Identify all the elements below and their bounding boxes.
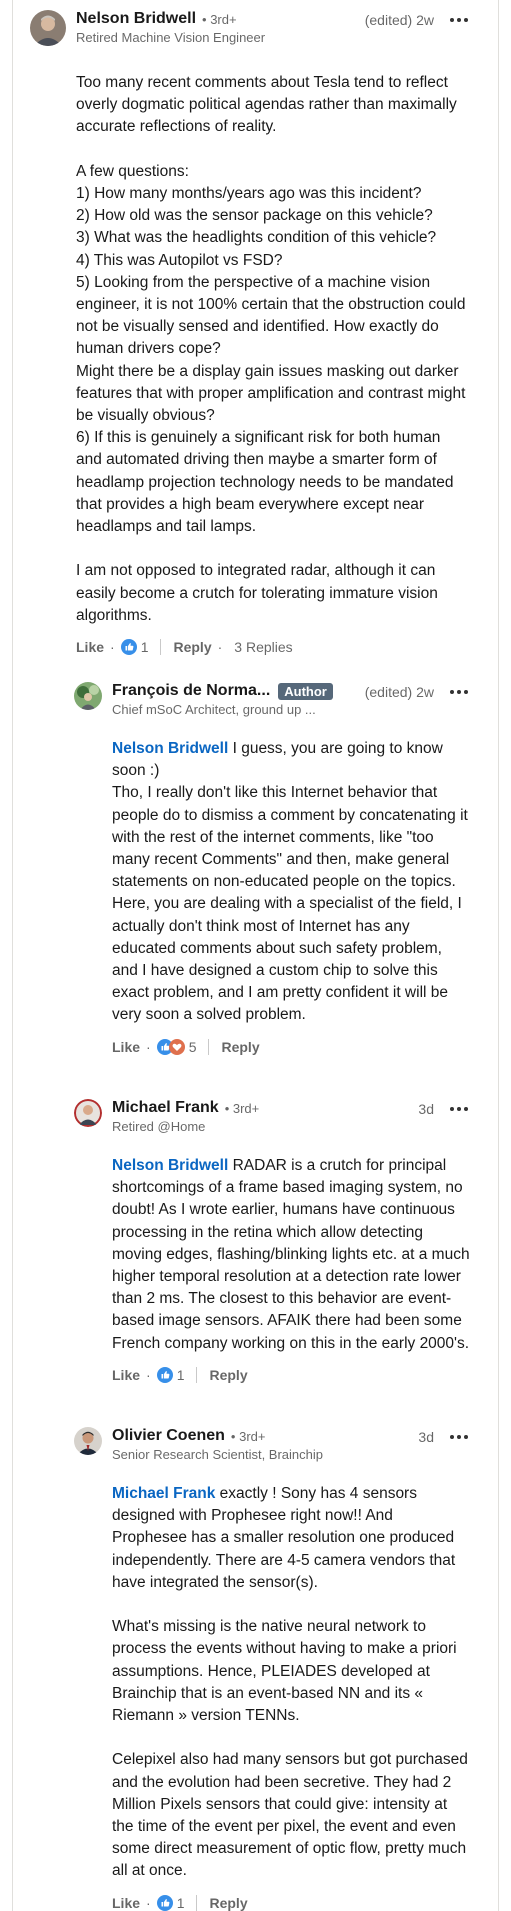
comment-meta: 3d xyxy=(418,1101,470,1117)
connection-degree: • 3rd+ xyxy=(202,11,237,27)
comment-text: exactly ! Sony has 4 sensors designed wi… xyxy=(112,1485,468,1880)
separator-dot: · xyxy=(146,1038,151,1055)
reply-button[interactable]: Reply xyxy=(209,1895,247,1911)
reply-button[interactable]: Reply xyxy=(209,1367,247,1383)
connection-degree: • 3rd+ xyxy=(230,1428,266,1444)
like-button[interactable]: Like xyxy=(76,639,104,655)
separator-dot: · xyxy=(146,1366,151,1383)
separator-dot: · xyxy=(110,639,115,656)
more-options-icon[interactable] xyxy=(448,1431,470,1443)
separator-dot: · xyxy=(217,639,223,656)
comment-actions: Like · 1 Reply xyxy=(74,1894,470,1911)
author-headline: Chief mSoC Architect, ground up ... xyxy=(112,702,316,717)
author-headline: Retired @Home xyxy=(112,1119,206,1134)
reaction-count: 1 xyxy=(176,1894,185,1911)
comment-text: I guess, you are going to know soon :) T… xyxy=(112,740,468,1024)
comment-body: Too many recent comments about Tesla ten… xyxy=(76,74,466,624)
like-icon xyxy=(120,639,137,656)
reaction-count: 1 xyxy=(140,639,149,656)
reaction-count: 5 xyxy=(188,1038,197,1055)
avatar[interactable] xyxy=(74,1099,102,1127)
reply-michael-frank: Michael Frank • 3rd+ Retired @Home 3d Ne… xyxy=(74,1099,470,1383)
more-options-icon[interactable] xyxy=(448,686,470,698)
reply-button[interactable]: Reply xyxy=(173,639,211,655)
reply-olivier-coenen: Olivier Coenen • 3rd+ Senior Research Sc… xyxy=(74,1427,470,1911)
author-name[interactable]: Nelson Bridwell xyxy=(76,10,196,28)
comment-nelson-bridwell: Nelson Bridwell • 3rd+ Retired Machine V… xyxy=(30,10,470,656)
comment-body: Nelson Bridwell RADAR is a crutch for pr… xyxy=(74,1155,470,1355)
divider xyxy=(196,1894,198,1911)
author-name[interactable]: François de Norma... xyxy=(112,682,270,700)
mention-link[interactable]: Nelson Bridwell xyxy=(112,740,228,757)
reactions[interactable] xyxy=(156,1038,185,1055)
timestamp: 3d xyxy=(418,1429,434,1445)
like-button[interactable]: Like xyxy=(112,1367,140,1383)
comment-meta: (edited) 2w xyxy=(365,684,470,700)
author-info: François de Norma... Author Chief mSoC A… xyxy=(112,682,333,717)
comment-actions: Like · 1 Reply · 3 Replies xyxy=(30,639,470,656)
separator-dot: · xyxy=(146,1894,151,1911)
more-options-icon[interactable] xyxy=(448,14,470,26)
author-info: Nelson Bridwell • 3rd+ Retired Machine V… xyxy=(76,10,265,45)
author-info: Michael Frank • 3rd+ Retired @Home xyxy=(112,1099,259,1134)
comment-header: Nelson Bridwell • 3rd+ Retired Machine V… xyxy=(30,10,470,60)
reactions[interactable] xyxy=(120,639,137,656)
author-info: Olivier Coenen • 3rd+ Senior Research Sc… xyxy=(112,1427,323,1462)
avatar[interactable] xyxy=(74,682,102,710)
connection-degree: • 3rd+ xyxy=(224,1100,260,1116)
timestamp: 3d xyxy=(418,1101,434,1117)
comment-header: Michael Frank • 3rd+ Retired @Home 3d xyxy=(74,1099,470,1149)
thread-right-border xyxy=(498,0,499,1911)
thread-left-border xyxy=(12,0,13,1911)
like-icon xyxy=(156,1366,173,1383)
divider xyxy=(196,1366,198,1383)
more-options-icon[interactable] xyxy=(448,1103,470,1115)
author-badge: Author xyxy=(278,682,333,700)
like-icon xyxy=(156,1894,173,1911)
divider xyxy=(160,639,162,656)
comment-body: Nelson Bridwell I guess, you are going t… xyxy=(74,738,470,1027)
avatar[interactable] xyxy=(30,10,66,46)
comment-body: Michael Frank exactly ! Sony has 4 senso… xyxy=(74,1483,470,1883)
comment-header: François de Norma... Author Chief mSoC A… xyxy=(74,682,470,732)
avatar[interactable] xyxy=(74,1427,102,1455)
love-icon xyxy=(168,1038,185,1055)
reactions[interactable] xyxy=(156,1366,173,1383)
comment-text: RADAR is a crutch for principal shortcom… xyxy=(112,1157,470,1352)
reply-button[interactable]: Reply xyxy=(221,1039,259,1055)
comment-header: Olivier Coenen • 3rd+ Senior Research Sc… xyxy=(74,1427,470,1477)
author-name[interactable]: Michael Frank xyxy=(112,1099,219,1117)
comment-meta: 3d xyxy=(418,1429,470,1445)
mention-link[interactable]: Michael Frank xyxy=(112,1485,215,1502)
replies-count[interactable]: 3 Replies xyxy=(234,639,292,655)
like-button[interactable]: Like xyxy=(112,1895,140,1911)
like-button[interactable]: Like xyxy=(112,1039,140,1055)
divider xyxy=(208,1038,210,1055)
reaction-count: 1 xyxy=(176,1366,185,1383)
comment-actions: Like · 1 Reply xyxy=(74,1366,470,1383)
comment-meta: (edited) 2w xyxy=(365,12,470,28)
timestamp: (edited) 2w xyxy=(364,12,434,28)
reply-francois: François de Norma... Author Chief mSoC A… xyxy=(74,682,470,1055)
comment-actions: Like · 5 Reply xyxy=(74,1038,470,1055)
author-headline: Retired Machine Vision Engineer xyxy=(76,30,266,45)
reactions[interactable] xyxy=(156,1894,173,1911)
mention-link[interactable]: Nelson Bridwell xyxy=(112,1157,228,1174)
author-headline: Senior Research Scientist, Brainchip xyxy=(112,1447,323,1462)
author-name[interactable]: Olivier Coenen xyxy=(112,1427,225,1445)
timestamp: (edited) 2w xyxy=(364,684,434,700)
